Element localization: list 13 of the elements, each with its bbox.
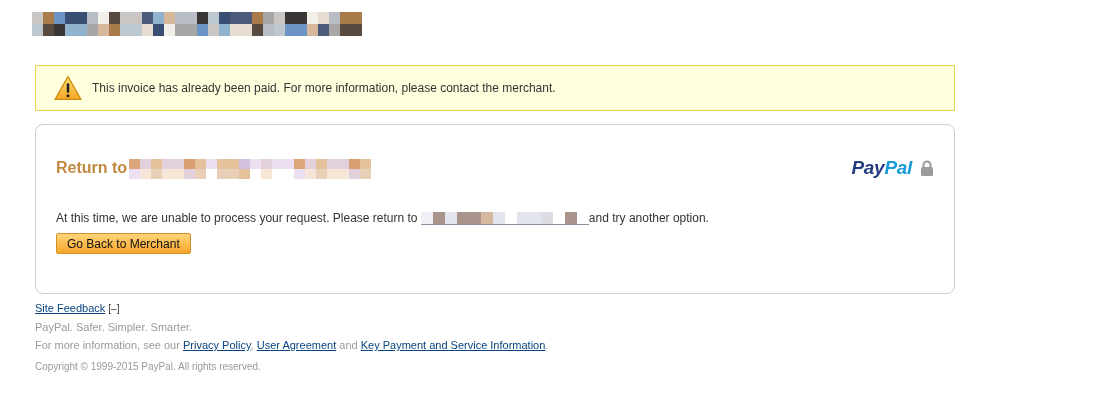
warning-icon [54,75,82,101]
site-feedback-link[interactable]: Site Feedback [35,302,106,314]
tagline: PayPal. Safer. Simpler. Smarter. [35,320,194,335]
copyright-text: Copyright © 1999-2015 PayPal. All rights reserved. [35,360,262,374]
return-heading: Return to [56,159,128,177]
back-to-merchant-button[interactable]: Go Back to Merchant [56,233,191,254]
footer-link[interactable]: User Agreement [256,339,337,351]
info-text: For more information, see our Privacy Policy, User Agreement and Key Payment and Service Information. [35,338,550,353]
collapse-toggle[interactable]: [–] [108,303,120,314]
footer-link[interactable]: Privacy Policy [182,339,251,351]
paypal-logo: PayPal [851,157,912,179]
notice-text: This invoice has already been paid. For more information, please contact the merchant. [92,81,556,95]
message-text: At this time, we are unable to process your request. Please return to and try another option. [56,211,710,225]
